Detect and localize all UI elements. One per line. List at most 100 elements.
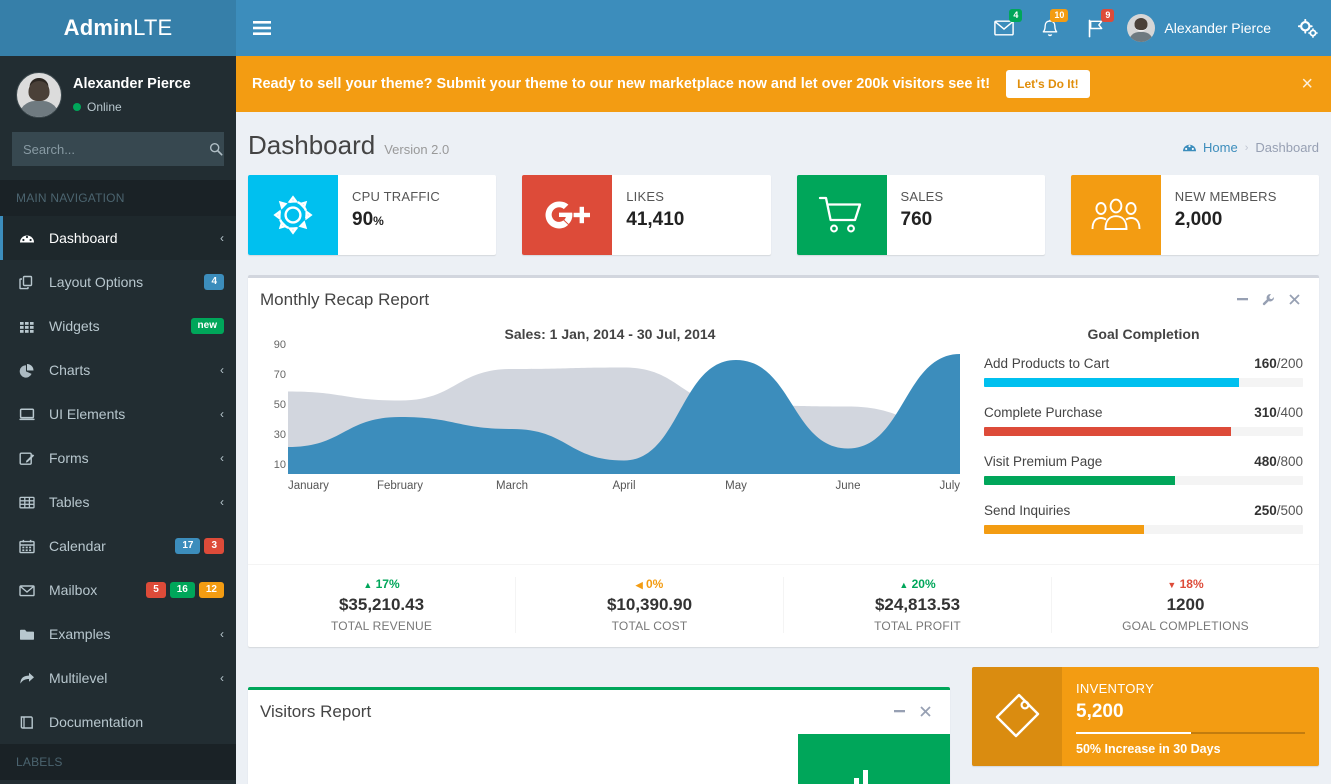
folder-icon: [19, 627, 43, 642]
sidebar-item-tables[interactable]: Tables‹: [0, 480, 236, 524]
info-box-likes[interactable]: LIKES41,410: [522, 175, 770, 255]
brand-logo[interactable]: AdminLTE: [0, 0, 236, 56]
recap-wrench-button[interactable]: [1255, 287, 1281, 313]
tasks-menu-button[interactable]: 9: [1073, 0, 1119, 56]
recap-collapse-button[interactable]: [1229, 287, 1255, 313]
google-plus-icon: [539, 192, 595, 238]
stat-percent: ◀ 0%: [516, 577, 783, 591]
dashboard-icon: [19, 231, 35, 246]
control-sidebar-button[interactable]: [1285, 0, 1331, 56]
sidebar-item-label: Tables: [49, 494, 220, 510]
goal-row: Visit Premium Page480/800: [984, 454, 1303, 485]
recap-stats-footer: ▲ 17%$35,210.43TOTAL REVENUE◀ 0%$10,390.…: [248, 564, 1319, 647]
sidebar-item-charts[interactable]: Charts‹: [0, 348, 236, 392]
chart-y-tick: 90: [274, 339, 286, 351]
goal-value: 160/200: [1254, 356, 1303, 371]
goal-progress: [984, 525, 1303, 534]
monitor-icon: [19, 407, 35, 422]
user-panel[interactable]: Alexander Pierce Online: [0, 56, 236, 132]
brand-bold: Admin: [64, 15, 133, 41]
goal-progress: [984, 427, 1303, 436]
goal-value: 310/400: [1254, 405, 1303, 420]
sidebar-item-mailbox[interactable]: Mailbox51612: [0, 568, 236, 612]
chevron-left-icon: ‹: [220, 671, 224, 685]
visitors-box-title: Visitors Report: [260, 702, 371, 722]
marketplace-alert: Ready to sell your theme? Submit your th…: [236, 56, 1331, 112]
stat-value: 1200: [1052, 595, 1319, 615]
breadcrumb-home[interactable]: Home: [1203, 140, 1238, 155]
search-input[interactable]: [13, 142, 209, 157]
pie-chart-icon: [19, 363, 43, 378]
sidebar: AdminLTE Alexander Pierce Online MAIN NA…: [0, 0, 236, 784]
book-icon: [19, 715, 43, 730]
visitors-box-body: [248, 734, 950, 784]
sidebar-item-label: Examples: [49, 626, 220, 642]
table-icon: [19, 495, 35, 510]
alert-cta-button[interactable]: Let's Do It!: [1006, 70, 1090, 98]
stat-caption: TOTAL REVENUE: [248, 619, 515, 633]
info-box-label: LIKES: [626, 189, 758, 204]
info-box-icon: [797, 175, 887, 255]
goal-progress: [984, 476, 1303, 485]
tag-icon: [991, 691, 1043, 743]
calendar-icon: [19, 539, 35, 554]
sidebar-item-multilevel[interactable]: Multilevel‹: [0, 656, 236, 700]
sidebar-item-calendar[interactable]: Calendar173: [0, 524, 236, 568]
info-box-label: SALES: [901, 189, 1033, 204]
recap-remove-button[interactable]: [1281, 287, 1307, 313]
chart-y-axis: 9070503010: [260, 346, 286, 466]
chart-y-tick: 50: [274, 399, 286, 411]
info-box-new-members[interactable]: NEW MEMBERS2,000: [1071, 175, 1319, 255]
sidebar-item-forms[interactable]: Forms‹: [0, 436, 236, 480]
chart-x-tick: February: [377, 480, 423, 492]
edit-icon: [19, 451, 35, 466]
sidebar-item-label: Widgets: [49, 318, 187, 334]
user-menu-button[interactable]: Alexander Pierce: [1119, 0, 1285, 56]
stat-percent: ▲ 20%: [784, 577, 1051, 591]
info-box-sales[interactable]: SALES760: [797, 175, 1045, 255]
minus-icon: [1237, 298, 1248, 301]
sidebar-toggle-button[interactable]: [236, 0, 288, 56]
stat-goal-completions: ▼ 18%1200GOAL COMPLETIONS: [1052, 577, 1319, 633]
sidebar-item-label: Calendar: [49, 538, 171, 554]
sidebar-item-dashboard[interactable]: Dashboard‹: [0, 216, 236, 260]
alert-close-button[interactable]: ×: [1301, 73, 1313, 96]
chart-x-tick: January: [288, 480, 329, 492]
stat-arrow-icon: ▲: [363, 580, 372, 590]
stat-arrow-icon: ▲: [899, 580, 908, 590]
sidebar-badge: 4: [204, 274, 224, 290]
chart-x-tick: April: [612, 480, 635, 492]
sales-chart-svg: [288, 354, 960, 474]
share-icon: [19, 671, 35, 686]
goal-row: Send Inquiries250/500: [984, 503, 1303, 534]
sidebar-item-ui-elements[interactable]: UI Elements‹: [0, 392, 236, 436]
navbar-avatar: [1127, 14, 1155, 42]
main-content: Ready to sell your theme? Submit your th…: [236, 56, 1331, 784]
sidebar-item-examples[interactable]: Examples‹: [0, 612, 236, 656]
visitors-remove-button[interactable]: [912, 699, 938, 725]
goal-value: 480/800: [1254, 454, 1303, 469]
goal-row: Add Products to Cart160/200: [984, 356, 1303, 387]
chart-y-tick: 70: [274, 369, 286, 381]
sidebar-item-documentation[interactable]: Documentation: [0, 700, 236, 744]
chart-y-tick: 30: [274, 429, 286, 441]
page-header: Dashboard Version 2.0 Home › Dashboard: [248, 126, 1319, 175]
gears-icon: [1298, 19, 1318, 38]
recap-box-title: Monthly Recap Report: [260, 290, 429, 310]
alert-message: Ready to sell your theme? Submit your th…: [252, 76, 990, 92]
chart-x-tick: March: [496, 480, 528, 492]
stat-total-profit: ▲ 20%$24,813.53TOTAL PROFIT: [784, 577, 1052, 633]
inventory-icon-wrap: [972, 667, 1062, 766]
sidebar-item-widgets[interactable]: Widgetsnew: [0, 304, 236, 348]
visitors-collapse-button[interactable]: [886, 699, 912, 725]
sidebar-item-label: Documentation: [49, 714, 224, 730]
stat-value: $24,813.53: [784, 595, 1051, 615]
notifications-menu-button[interactable]: 10: [1027, 0, 1073, 56]
search-button[interactable]: [209, 133, 223, 165]
info-box-cpu-traffic[interactable]: CPU TRAFFIC90%: [248, 175, 496, 255]
messages-menu-button[interactable]: 4: [981, 0, 1027, 56]
sidebar-item-layout-options[interactable]: Layout Options4: [0, 260, 236, 304]
inventory-small-box[interactable]: INVENTORY 5,200 50% Increase in 30 Days: [972, 667, 1319, 766]
user-panel-status-label: Online: [87, 100, 122, 114]
chart-x-tick: July: [940, 480, 960, 492]
